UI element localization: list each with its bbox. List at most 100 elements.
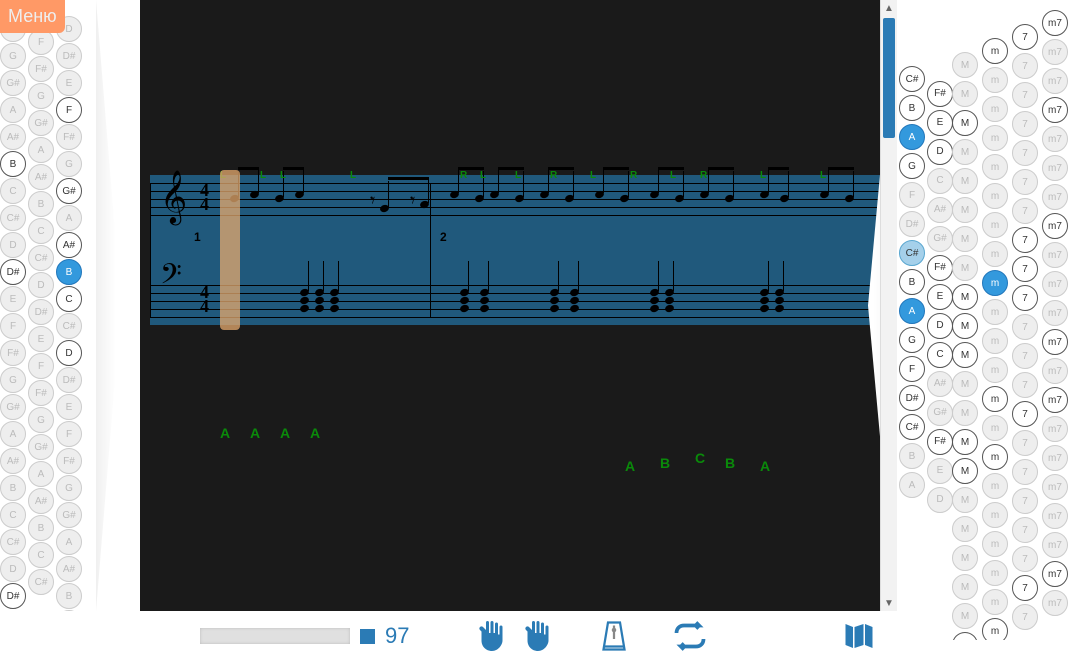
keyboard-button[interactable]: M [952,81,978,107]
keyboard-button[interactable]: 7 [1012,604,1038,630]
keyboard-button[interactable]: A [899,298,925,324]
keyboard-button[interactable]: M [952,284,978,310]
keyboard-button[interactable]: m7 [1042,358,1068,384]
keyboard-button[interactable]: m [982,125,1008,151]
keyboard-button[interactable]: M [952,400,978,426]
keyboard-button[interactable]: A# [56,232,82,258]
keyboard-button[interactable]: m7 [1042,97,1068,123]
keyboard-button[interactable]: m7 [1042,590,1068,616]
keyboard-button[interactable]: 7 [1012,285,1038,311]
loop-button[interactable] [667,617,713,655]
roadmap-button[interactable] [834,617,884,655]
keyboard-button[interactable]: m [982,502,1008,528]
keyboard-button[interactable]: F# [927,255,953,281]
keyboard-button[interactable]: M [952,603,978,629]
keyboard-button[interactable]: M [952,110,978,136]
keyboard-button[interactable]: E [927,110,953,136]
keyboard-button[interactable]: D# [0,259,26,285]
keyboard-button[interactable]: E [0,286,26,312]
keyboard-button[interactable]: m [982,299,1008,325]
keyboard-button[interactable]: F [0,313,26,339]
keyboard-button[interactable]: 7 [1012,82,1038,108]
keyboard-button[interactable]: B [899,95,925,121]
keyboard-button[interactable]: m [982,531,1008,557]
keyboard-button[interactable]: M [952,458,978,484]
keyboard-button[interactable]: M [952,429,978,455]
keyboard-button[interactable]: A# [56,556,82,582]
keyboard-button[interactable]: A [28,137,54,163]
keyboard-button[interactable]: G# [927,400,953,426]
keyboard-button[interactable]: m [982,560,1008,586]
keyboard-button[interactable]: M [952,139,978,165]
keyboard-button[interactable]: M [952,487,978,513]
keyboard-button[interactable]: m7 [1042,416,1068,442]
keyboard-button[interactable]: 7 [1012,227,1038,253]
keyboard-button[interactable]: A [56,205,82,231]
keyboard-button[interactable]: B [0,475,26,501]
keyboard-button[interactable]: F [56,97,82,123]
keyboard-button[interactable]: A# [927,197,953,223]
keyboard-button[interactable]: m [982,183,1008,209]
keyboard-button[interactable]: M [952,313,978,339]
keyboard-button[interactable]: G# [0,70,26,96]
right-hand-button[interactable] [515,617,561,655]
keyboard-button[interactable]: 7 [1012,256,1038,282]
keyboard-button[interactable]: m7 [1042,155,1068,181]
keyboard-button[interactable]: m7 [1042,329,1068,355]
keyboard-button[interactable]: 7 [1012,401,1038,427]
keyboard-button[interactable]: G [899,153,925,179]
keyboard-button[interactable]: m7 [1042,474,1068,500]
keyboard-button[interactable]: F [899,356,925,382]
keyboard-button[interactable]: m [982,589,1008,615]
keyboard-button[interactable]: D [927,139,953,165]
keyboard-button[interactable]: B [899,443,925,469]
keyboard-button[interactable]: E [56,70,82,96]
keyboard-button[interactable]: m [982,618,1008,640]
left-hand-button[interactable] [469,617,515,655]
keyboard-button[interactable]: 7 [1012,517,1038,543]
keyboard-button[interactable]: m7 [1042,387,1068,413]
keyboard-button[interactable]: G [28,407,54,433]
keyboard-button[interactable]: 7 [1012,430,1038,456]
keyboard-button[interactable]: D# [0,583,26,609]
keyboard-button[interactable]: D# [28,299,54,325]
keyboard-button[interactable]: 7 [1012,459,1038,485]
keyboard-button[interactable]: G [0,367,26,393]
keyboard-button[interactable]: G# [56,502,82,528]
keyboard-button[interactable]: F [28,353,54,379]
keyboard-button[interactable]: D [0,232,26,258]
keyboard-button[interactable]: A# [0,124,26,150]
keyboard-button[interactable]: M [952,52,978,78]
keyboard-button[interactable]: 7 [1012,372,1038,398]
keyboard-button[interactable]: M [952,255,978,281]
keyboard-button[interactable]: m [982,415,1008,441]
keyboard-button[interactable]: C# [899,240,925,266]
keyboard-button[interactable]: B [28,515,54,541]
keyboard-button[interactable]: A [56,529,82,555]
keyboard-button[interactable]: C [56,610,82,611]
keyboard-button[interactable]: C# [56,313,82,339]
keyboard-button[interactable]: m7 [1042,561,1068,587]
keyboard-button[interactable]: B [56,583,82,609]
keyboard-button[interactable]: D [927,313,953,339]
keyboard-button[interactable]: m [982,270,1008,296]
keyboard-button[interactable]: m7 [1042,532,1068,558]
keyboard-button[interactable]: m [982,328,1008,354]
keyboard-button[interactable]: C [0,502,26,528]
keyboard-button[interactable]: m [982,154,1008,180]
keyboard-button[interactable]: M [952,632,978,640]
keyboard-button[interactable]: m [982,67,1008,93]
keyboard-button[interactable]: F [899,182,925,208]
keyboard-button[interactable]: A [899,472,925,498]
keyboard-button[interactable]: F# [28,380,54,406]
keyboard-button[interactable]: A [0,421,26,447]
keyboard-button[interactable]: G [0,43,26,69]
keyboard-button[interactable]: G [56,475,82,501]
keyboard-button[interactable]: F [56,421,82,447]
keyboard-button[interactable]: A# [0,448,26,474]
keyboard-button[interactable]: m [982,96,1008,122]
keyboard-button[interactable]: M [952,197,978,223]
keyboard-button[interactable]: 7 [1012,111,1038,137]
keyboard-button[interactable]: m [982,473,1008,499]
keyboard-button[interactable]: m [982,212,1008,238]
